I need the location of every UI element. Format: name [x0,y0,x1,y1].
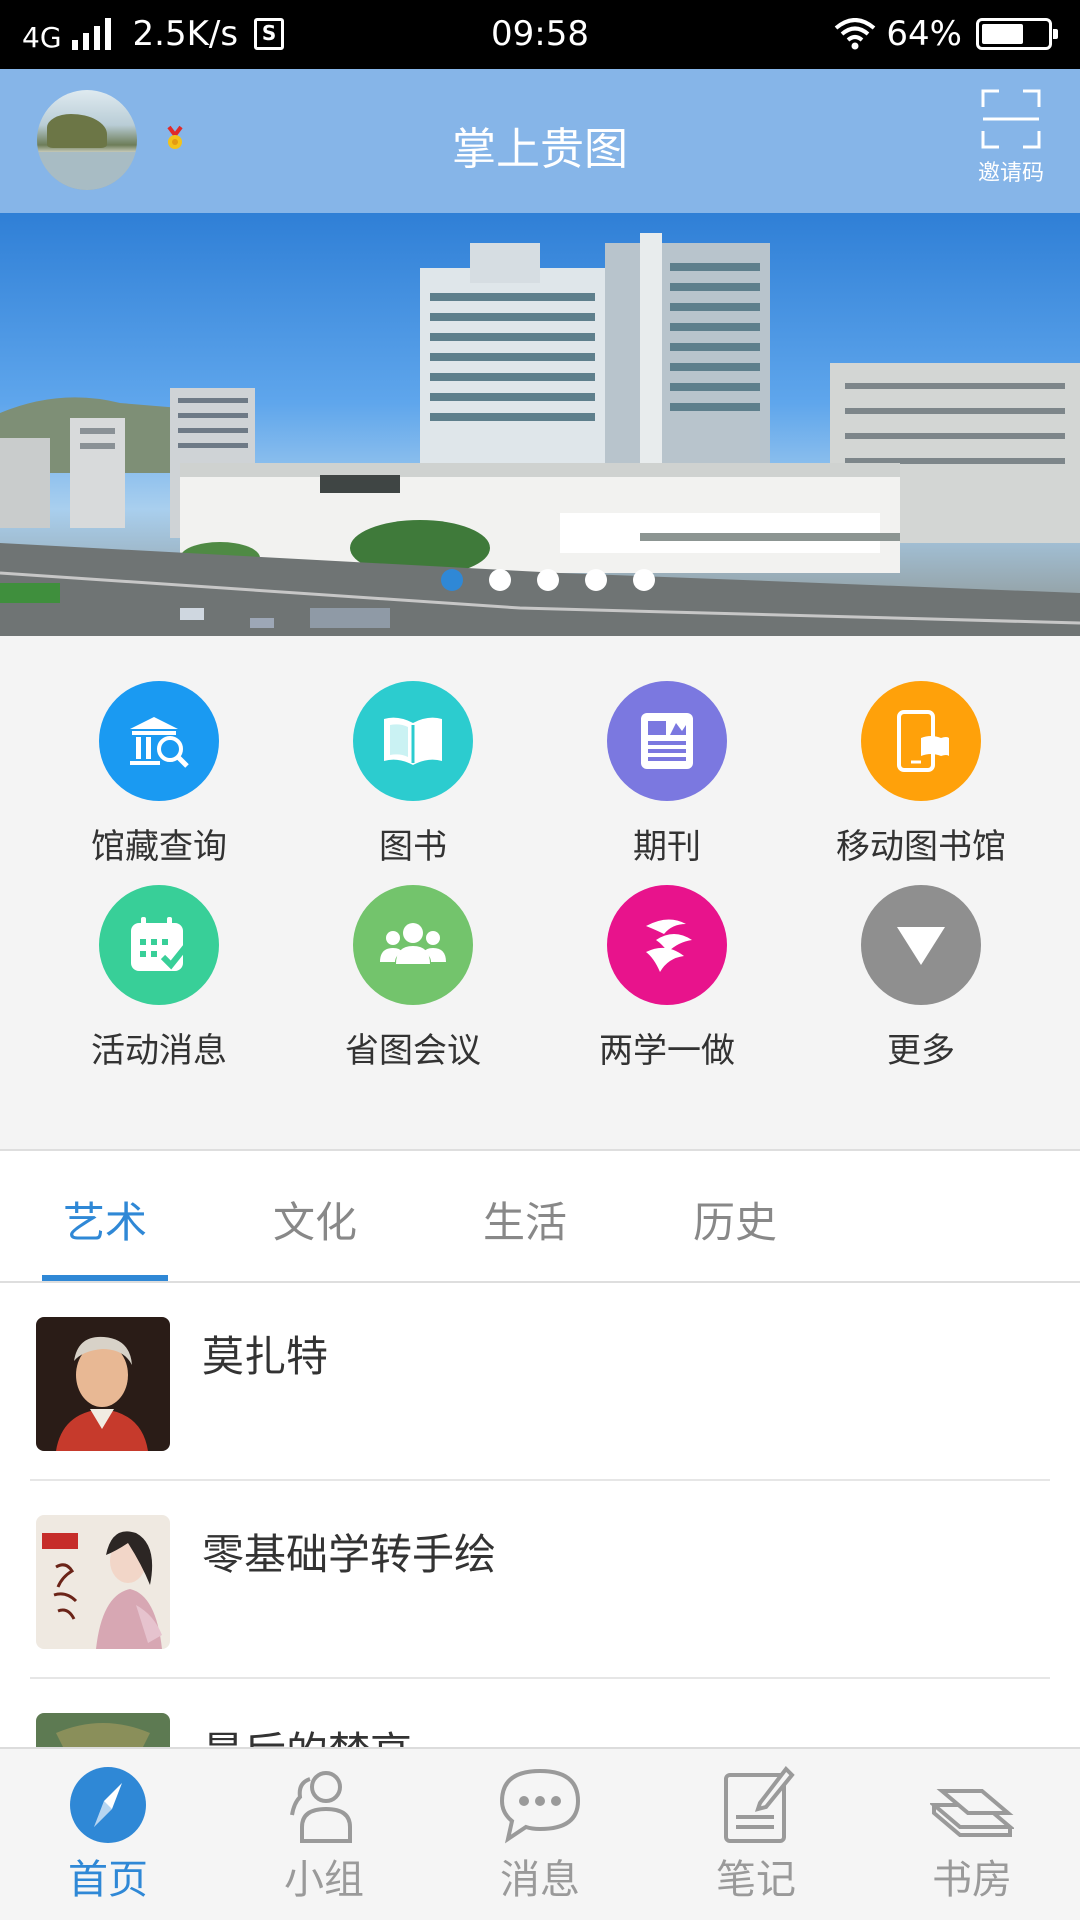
list-item-title: 零基础学转手绘 [202,1530,497,1579]
quick-item-activity-news[interactable]: 活动消息 [39,885,279,1072]
quick-item-label: 馆藏查询 [91,827,227,867]
nav-notes[interactable]: 笔记 [648,1749,864,1920]
list-item[interactable]: 零基础学转手绘 [30,1481,1050,1679]
battery-percent: 64% [886,14,962,54]
nav-study[interactable]: 书房 [864,1749,1080,1920]
quick-item-two-studies[interactable]: 两学一做 [547,885,787,1072]
app-header: 掌上贵图 邀请码 [0,69,1080,213]
calendar-check-icon [99,885,219,1005]
quick-item-label: 两学一做 [599,1031,735,1071]
triangle-down-icon [861,885,981,1005]
bottom-navigation: 首页 小组 消息 笔记 书房 [0,1747,1080,1920]
note-edit-icon [724,1765,795,1843]
tab-history[interactable]: 历史 [670,1189,800,1250]
chat-bubble-icon [499,1768,581,1844]
quick-item-conference[interactable]: 省图会议 [293,885,533,1072]
tab-life[interactable]: 生活 [460,1189,590,1250]
quick-item-mobile-library[interactable]: 移动图书馆 [801,681,1041,868]
nav-label: 小组 [284,1857,364,1903]
category-tabs: 艺术 文化 生活 历史 [0,1151,1080,1283]
invite-code-label: 邀请码 [977,161,1044,186]
carousel-dot[interactable] [489,569,511,591]
tab-art[interactable]: 艺术 [40,1189,170,1250]
newspaper-icon [607,681,727,801]
list-item-title: 莫扎特 [202,1332,329,1381]
page-title: 掌上贵图 [452,124,628,175]
open-book-icon [353,681,473,801]
scan-icon [981,89,1041,149]
nav-label: 首页 [68,1857,148,1903]
quick-item-more[interactable]: 更多 [801,885,1041,1072]
content-list: 莫扎特 零基础学转手绘 [0,1283,1080,1747]
list-item-thumbnail [36,1515,170,1649]
wifi-icon [835,18,876,50]
quick-item-books[interactable]: 图书 [293,681,533,868]
quick-menu: 馆藏查询 图书 期刊 移动图书馆 活动消息 省图会议 两学一做 更多 [0,636,1080,1151]
quick-item-label: 活动消息 [91,1031,227,1071]
nav-messages[interactable]: 消息 [432,1749,648,1920]
compass-icon [70,1767,146,1843]
list-item-thumbnail [36,1713,170,1747]
quick-item-periodicals[interactable]: 期刊 [547,681,787,868]
nav-label: 消息 [500,1857,580,1903]
group-icon [290,1771,352,1843]
quick-item-label: 图书 [379,827,447,867]
carousel-dot[interactable] [585,569,607,591]
battery-fill [982,24,1023,44]
battery-icon [976,18,1058,50]
tab-culture[interactable]: 文化 [250,1189,380,1250]
carousel-dot[interactable] [537,569,559,591]
nav-label: 书房 [932,1857,1012,1903]
library-search-icon [99,681,219,801]
carousel-indicator[interactable] [0,569,1080,591]
list-item-thumbnail [36,1317,170,1451]
nav-group[interactable]: 小组 [216,1749,432,1920]
people-group-icon [353,885,473,1005]
bookshelf-icon [930,1789,1014,1837]
emblem-icon [607,885,727,1005]
status-right: 64% [834,14,1058,54]
quick-item-label: 省图会议 [345,1031,481,1071]
nav-label: 笔记 [716,1857,796,1903]
quick-item-collection-search[interactable]: 馆藏查询 [39,681,279,868]
active-tab-indicator [42,1275,168,1281]
carousel-dot[interactable] [633,569,655,591]
mobile-library-icon [861,681,981,801]
quick-item-label: 期刊 [633,827,701,867]
list-item-title: 最后的梵高 [202,1719,412,1747]
nav-home[interactable]: 首页 [0,1749,216,1920]
list-item[interactable]: 莫扎特 [30,1283,1050,1481]
quick-item-label: 移动图书馆 [836,827,1006,867]
carousel-dot[interactable] [441,569,463,591]
invite-code-button[interactable]: 邀请码 [966,87,1056,187]
quick-item-label: 更多 [887,1031,955,1071]
list-item[interactable]: 最后的梵高 [30,1679,1050,1747]
status-bar: 4G 2.5K/s S 09:58 64% [0,0,1080,69]
